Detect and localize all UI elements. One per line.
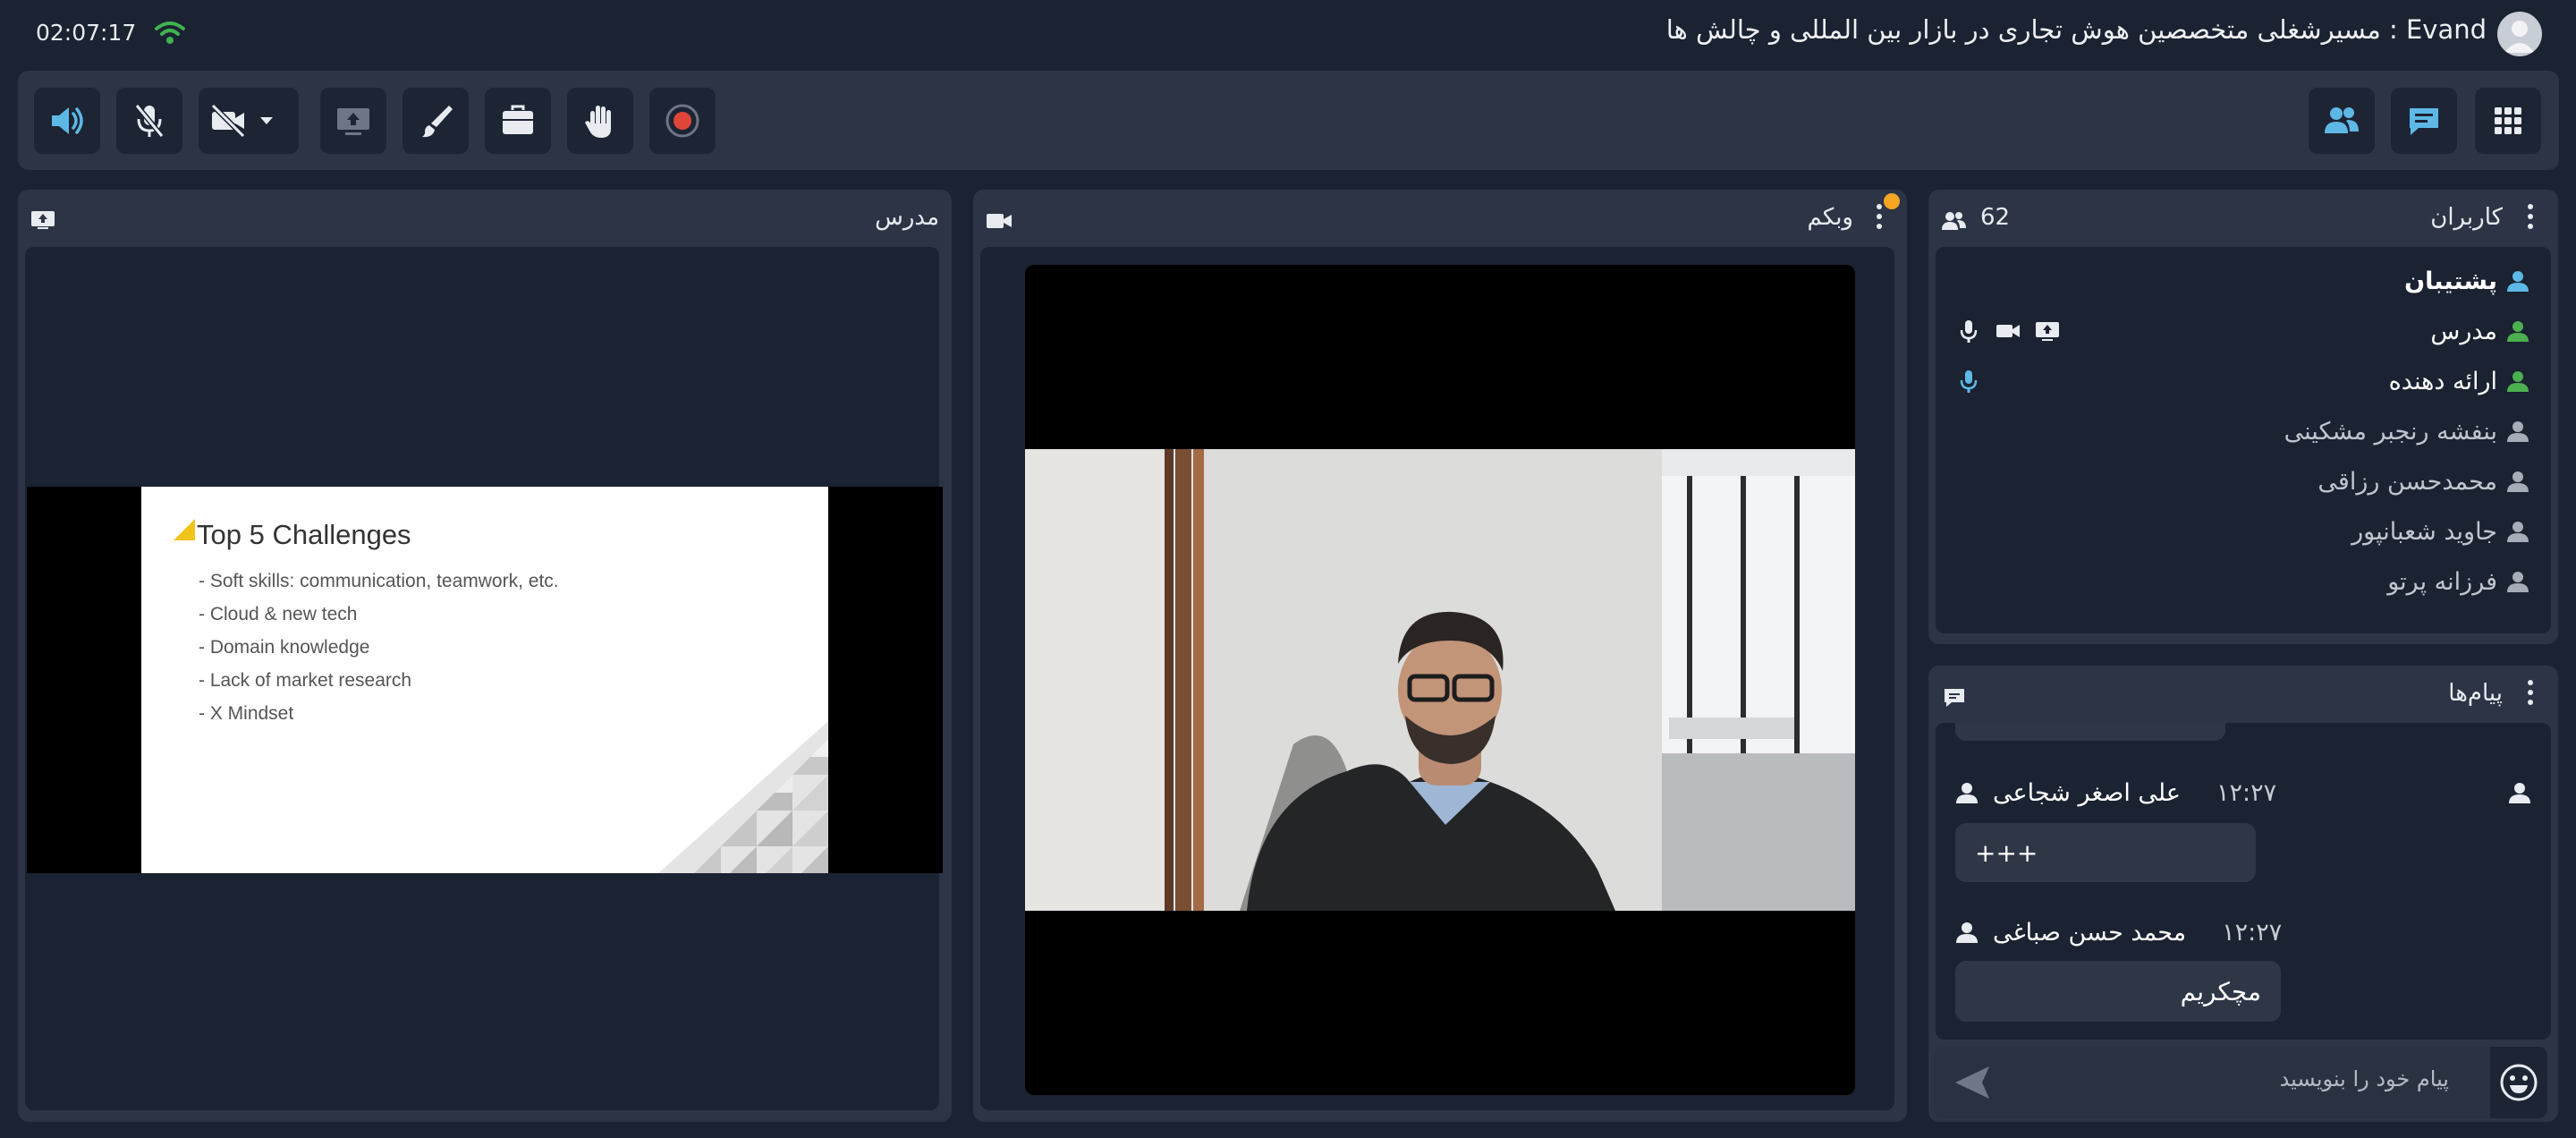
presenter-status-icons <box>1955 363 1982 399</box>
message-time: ۱۲:۲۷ <box>2222 918 2283 947</box>
camera-icon <box>1996 325 2020 337</box>
mic-muted-icon <box>134 104 165 138</box>
user-name: بنفشه رنجبر مشکینی <box>2284 417 2497 446</box>
speaker-icon <box>52 107 83 134</box>
message-sender: علی اصغر شجاعی <box>1993 778 2181 807</box>
raise-hand-icon <box>585 106 611 138</box>
chevron-down-icon[interactable] <box>258 112 275 130</box>
user-icon <box>1956 922 1978 943</box>
slide-title: Top 5 Challenges <box>197 519 411 550</box>
connection-signal-icon <box>154 20 186 47</box>
users-panel-title: کاربران <box>2430 204 2503 231</box>
share-screen-icon <box>2036 322 2059 341</box>
user-item[interactable]: مدرس <box>2430 313 2529 349</box>
user-name: پشتیبان <box>2404 267 2497 295</box>
chat-panel-button[interactable] <box>2391 88 2457 154</box>
user-name: ارائه دهنده <box>2388 367 2497 395</box>
microphone-button[interactable] <box>116 88 182 154</box>
message-bubble-previous <box>1955 723 2225 741</box>
presentation-slide: Top 5 Challenges - Soft skills: communic… <box>141 487 828 873</box>
users-count-icon <box>1942 212 1966 230</box>
send-icon[interactable] <box>1953 1065 1991 1100</box>
users-menu-kebab-icon[interactable] <box>2526 202 2535 231</box>
slide-bullet: - Soft skills: communication, teamwork, … <box>199 571 559 591</box>
slide-bullet: - Lack of market research <box>199 670 412 691</box>
message-sender: محمد حسن صباغی <box>1993 918 2187 947</box>
toolbar <box>18 71 2559 170</box>
presenter-panel-title: مدرس <box>875 204 939 231</box>
user-icon <box>2507 371 2529 392</box>
webcam-video <box>1025 265 1855 1095</box>
message-meta: محمد حسن صباغی ۱۲:۲۷ <box>1955 914 2282 950</box>
slide-bullet: - Domain knowledge <box>199 637 370 658</box>
brush-icon <box>422 106 453 138</box>
emoji-button[interactable] <box>2490 1047 2547 1118</box>
share-screen-button[interactable] <box>320 88 386 154</box>
chat-icon <box>1945 689 1964 707</box>
messages-menu-kebab-icon[interactable] <box>2526 678 2535 707</box>
messages-list: علی اصغر شجاعی ۱۲:۲۷ +++ محمد حسن صباغی … <box>1936 723 2551 1040</box>
user-icon <box>2507 572 2529 592</box>
webcam-panel-title: وبکم <box>1807 204 1853 231</box>
user-name: فرزانه پرتو <box>2387 567 2497 596</box>
user-item[interactable]: محمدحسن رزاقی <box>2318 463 2529 499</box>
record-button[interactable] <box>649 88 716 154</box>
user-name: محمدحسن رزاقی <box>2318 467 2497 496</box>
message-time: ۱۲:۲۷ <box>2216 778 2277 807</box>
chat-input-bar: پیام خود را بنویسید <box>1934 1047 2547 1118</box>
user-item[interactable]: جاوید شعبانپور <box>2351 514 2529 549</box>
share-screen-icon[interactable] <box>30 209 55 231</box>
files-button[interactable] <box>485 88 551 154</box>
notification-dot <box>1884 193 1900 209</box>
user-icon <box>2507 321 2529 342</box>
messages-panel-title: پیام‌ها <box>2448 680 2503 707</box>
user-avatar[interactable] <box>2497 12 2542 56</box>
camera-button[interactable] <box>199 88 299 154</box>
user-name: مدرس <box>2430 317 2497 345</box>
users-icon <box>2325 107 2359 133</box>
slide-triangle-icon <box>174 519 195 540</box>
user-item[interactable]: فرزانه پرتو <box>2387 564 2529 599</box>
microphone-icon <box>1960 320 1978 343</box>
user-name: جاوید شعبانپور <box>2351 517 2497 546</box>
microphone-active-icon <box>1960 370 1978 393</box>
briefcase-icon <box>503 105 533 134</box>
users-panel: کاربران 62 پشتیبان مدرس ارائه دهنده بنفش… <box>1928 190 2558 644</box>
message-bubble: مچکریم <box>1955 961 2281 1022</box>
message-bubble: +++ <box>1955 823 2256 882</box>
user-icon <box>2507 421 2529 442</box>
camera-off-icon <box>210 103 246 139</box>
chat-icon <box>2410 108 2438 135</box>
draw-button[interactable] <box>402 88 469 154</box>
raise-hand-button[interactable] <box>567 88 633 154</box>
user-item[interactable]: بنفشه رنجبر مشکینی <box>2284 413 2529 449</box>
users-list: پشتیبان مدرس ارائه دهنده بنفشه رنجبر مشک… <box>1936 247 2551 633</box>
user-icon <box>1956 783 1978 803</box>
slide-bullet: - X Mindset <box>199 703 294 724</box>
meeting-title: Evand : مسیرشغلی متخصصین هوش تجاری در با… <box>1665 14 2487 45</box>
user-icon <box>2509 783 2530 803</box>
emoji-icon <box>2500 1064 2538 1101</box>
slide-bullet: - Cloud & new tech <box>199 604 358 624</box>
apps-button[interactable] <box>2475 88 2541 154</box>
record-icon <box>665 104 699 138</box>
user-icon <box>2507 471 2529 492</box>
session-clock: 02:07:17 <box>36 20 137 46</box>
user-item[interactable]: پشتیبان <box>2404 263 2529 299</box>
share-screen-icon <box>337 108 369 135</box>
webcam-feed-image <box>1025 449 1855 911</box>
users-count: 62 <box>1980 204 2011 231</box>
message-meta: علی اصغر شجاعی ۱۲:۲۷ <box>1955 775 2276 811</box>
slide-decoration-pattern <box>658 721 828 873</box>
camera-icon[interactable] <box>986 211 1013 231</box>
user-icon <box>2507 271 2529 292</box>
user-item[interactable]: ارائه دهنده <box>2389 363 2529 399</box>
webcam-menu-kebab-icon[interactable] <box>1875 202 1884 231</box>
teacher-status-icons <box>1955 313 2061 349</box>
speaker-button[interactable] <box>34 88 100 154</box>
message-input[interactable]: پیام خود را بنویسید <box>2280 1066 2449 1091</box>
apps-grid-icon <box>2495 107 2521 134</box>
user-icon <box>2507 522 2529 542</box>
users-panel-button[interactable] <box>2309 88 2375 154</box>
